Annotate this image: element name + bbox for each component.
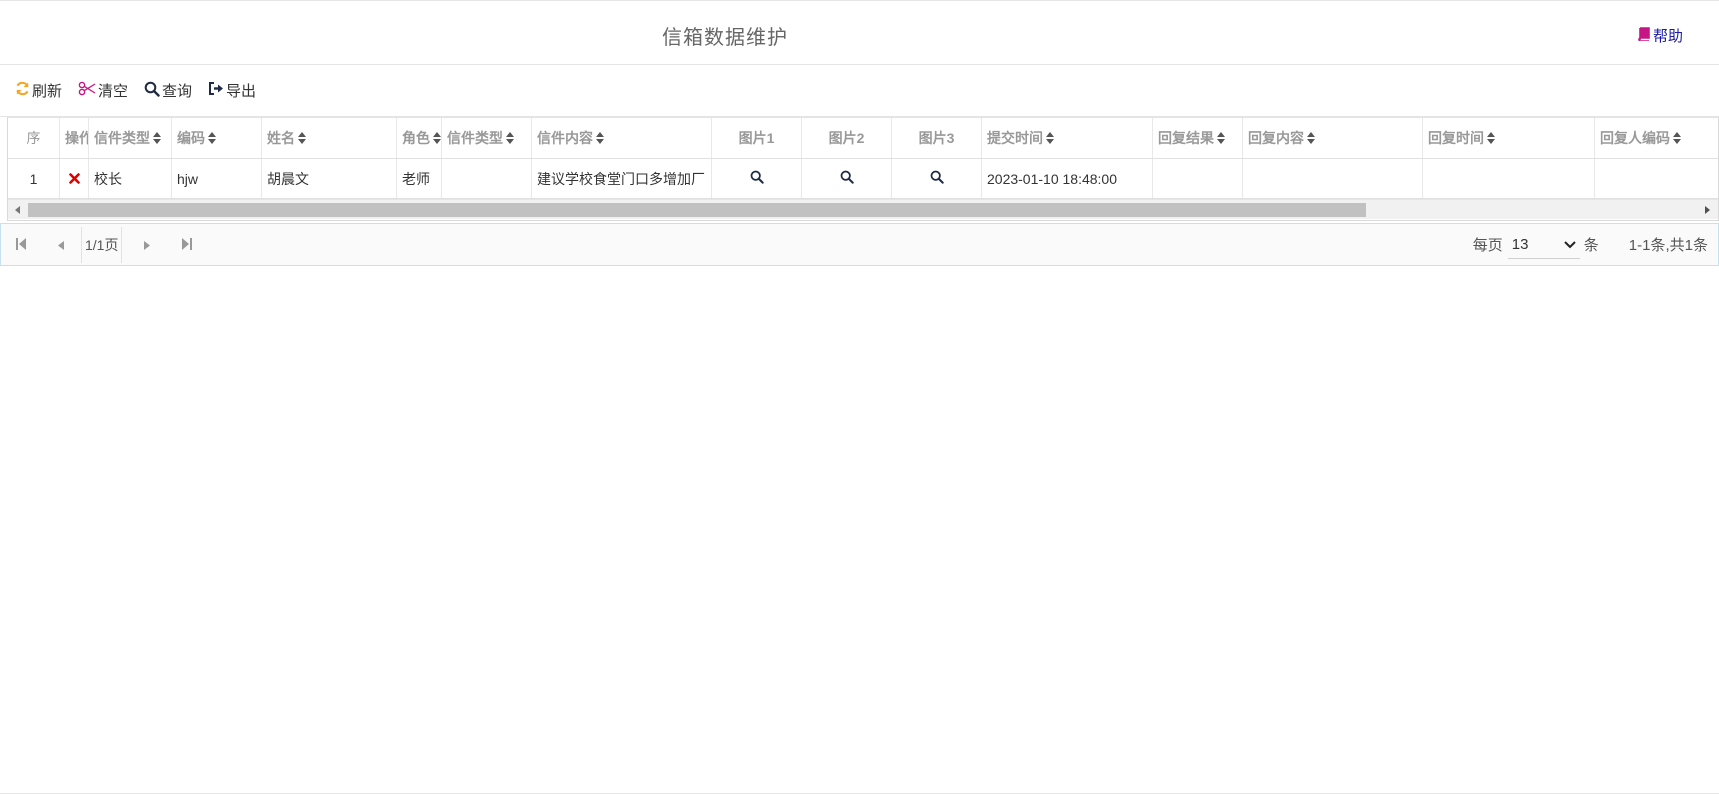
col-action: 操作 bbox=[60, 118, 89, 158]
image-2-view-button[interactable] bbox=[802, 159, 892, 198]
col-name[interactable]: 姓名 bbox=[262, 118, 397, 158]
pagination-bar: 1/1页 每页 13 条 1-1条,共1条 bbox=[0, 223, 1719, 266]
last-page-button[interactable] bbox=[167, 224, 207, 265]
clear-button[interactable]: 清空 bbox=[78, 80, 128, 101]
scissors-icon bbox=[78, 81, 98, 100]
prev-page-button[interactable] bbox=[41, 224, 81, 265]
col-image-3: 图片3 bbox=[892, 118, 982, 158]
sort-icon bbox=[298, 132, 306, 144]
toolbar: 刷新 清空 查询 导出 bbox=[0, 65, 1719, 117]
horizontal-scrollbar[interactable] bbox=[8, 199, 1718, 219]
cell-seq: 1 bbox=[8, 159, 60, 198]
cell-code: hjw bbox=[172, 159, 262, 198]
page-frame: 信箱数据维护 帮助 刷新 清空 查询 导出 序 操 信件类型 编码 姓名 角色 … bbox=[0, 0, 1719, 794]
record-count: 1-1条,共1条 bbox=[1628, 237, 1708, 254]
first-page-button[interactable] bbox=[1, 224, 41, 265]
sort-icon bbox=[153, 132, 161, 144]
refresh-label: 刷新 bbox=[32, 83, 63, 100]
col-content[interactable]: 信件内容 bbox=[532, 118, 712, 158]
sort-icon bbox=[1307, 132, 1315, 144]
cell-reply-content bbox=[1243, 159, 1423, 198]
pager-right: 每页 13 条 1-1条,共1条 bbox=[1473, 224, 1708, 265]
scroll-left-arrow[interactable] bbox=[15, 206, 20, 214]
scrollbar-thumb[interactable] bbox=[28, 203, 1366, 217]
sign-out-icon bbox=[208, 81, 226, 100]
next-page-icon bbox=[144, 237, 151, 253]
per-page-unit: 条 bbox=[1583, 237, 1599, 254]
refresh-icon bbox=[15, 81, 32, 100]
cell-reply-result bbox=[1153, 159, 1243, 198]
sort-icon bbox=[1046, 132, 1054, 144]
col-seq: 序 bbox=[8, 118, 60, 158]
image-3-view-button[interactable] bbox=[892, 159, 982, 198]
col-reply-result[interactable]: 回复结果 bbox=[1153, 118, 1243, 158]
cell-content: 建议学校食堂门口多增加厂 bbox=[532, 159, 712, 198]
refresh-button[interactable]: 刷新 bbox=[15, 80, 62, 101]
sort-icon bbox=[1673, 132, 1681, 144]
search-icon bbox=[930, 170, 944, 187]
table-header: 序 操作 信件类型 编码 姓名 角色 信件类型 信件内容 图片1 图片2 图片3… bbox=[8, 118, 1718, 159]
cell-letter-type: 校长 bbox=[89, 159, 172, 198]
export-button[interactable]: 导出 bbox=[208, 80, 256, 101]
search-icon bbox=[840, 170, 854, 187]
chevron-down-icon bbox=[1564, 236, 1576, 253]
cell-submit-time: 2023-01-10 18:48:00 bbox=[982, 159, 1153, 198]
delete-button[interactable] bbox=[60, 159, 89, 198]
col-image-2: 图片2 bbox=[802, 118, 892, 158]
data-grid: 序 操作 信件类型 编码 姓名 角色 信件类型 信件内容 图片1 图片2 图片3… bbox=[7, 117, 1719, 221]
col-reply-content[interactable]: 回复内容 bbox=[1243, 118, 1423, 158]
sort-icon bbox=[1217, 132, 1225, 144]
col-image-1: 图片1 bbox=[712, 118, 802, 158]
next-page-button[interactable] bbox=[127, 224, 167, 265]
delete-icon bbox=[68, 171, 80, 187]
query-button[interactable]: 查询 bbox=[144, 80, 192, 101]
scroll-right-arrow[interactable] bbox=[1705, 206, 1710, 214]
page-size-select[interactable]: 13 bbox=[1507, 231, 1580, 259]
page-size-value: 13 bbox=[1511, 235, 1529, 253]
search-icon bbox=[144, 81, 162, 101]
sort-icon bbox=[208, 132, 216, 144]
page-info: 1/1页 bbox=[81, 226, 123, 263]
sort-icon bbox=[506, 132, 514, 144]
clear-label: 清空 bbox=[98, 83, 129, 100]
book-icon bbox=[1637, 26, 1653, 45]
cell-reply-code bbox=[1595, 159, 1718, 198]
col-letter-type[interactable]: 信件类型 bbox=[89, 118, 172, 158]
image-1-view-button[interactable] bbox=[712, 159, 802, 198]
col-code[interactable]: 编码 bbox=[172, 118, 262, 158]
cell-letter-type-2 bbox=[442, 159, 532, 198]
sort-icon bbox=[596, 132, 604, 144]
prev-page-icon bbox=[58, 237, 64, 253]
col-submit-time[interactable]: 提交时间 bbox=[982, 118, 1153, 158]
per-page-label: 每页 bbox=[1472, 237, 1503, 254]
search-icon bbox=[750, 170, 764, 187]
title-bar: 信箱数据维护 帮助 bbox=[0, 1, 1719, 65]
help-label: 帮助 bbox=[1652, 28, 1683, 45]
table-row[interactable]: 1 校长 hjw 胡晨文 老师 建议学校食堂门口多增加厂 2023-01-10 … bbox=[8, 159, 1718, 199]
col-reply-time[interactable]: 回复时间 bbox=[1423, 118, 1595, 158]
col-letter-type-2[interactable]: 信件类型 bbox=[442, 118, 532, 158]
export-label: 导出 bbox=[226, 83, 257, 100]
col-reply-code[interactable]: 回复人编码 bbox=[1595, 118, 1718, 158]
sort-icon bbox=[433, 132, 441, 144]
help-link[interactable]: 帮助 bbox=[1637, 25, 1683, 46]
first-page-icon bbox=[16, 237, 26, 253]
cell-role: 老师 bbox=[397, 159, 442, 198]
cell-name: 胡晨文 bbox=[262, 159, 397, 198]
col-role[interactable]: 角色 bbox=[397, 118, 442, 158]
page-title: 信箱数据维护 bbox=[662, 27, 788, 49]
sort-icon bbox=[1487, 132, 1495, 144]
cell-reply-time bbox=[1423, 159, 1595, 198]
last-page-icon bbox=[182, 237, 193, 253]
query-label: 查询 bbox=[162, 83, 193, 100]
